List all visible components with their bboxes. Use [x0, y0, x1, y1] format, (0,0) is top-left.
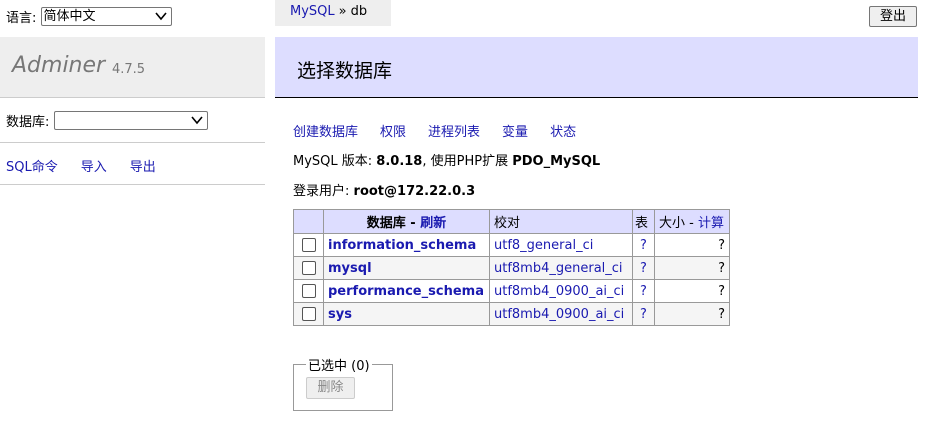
tables-cell: ? [632, 233, 655, 257]
database-label: 数据库: [6, 115, 50, 130]
login-user: root@172.22.0.3 [353, 184, 476, 199]
mysql-version: 8.0.18 [376, 154, 423, 169]
database-name-cell: information_schema [323, 233, 490, 257]
status-link[interactable]: 状态 [550, 125, 576, 140]
language-select[interactable]: 简体中文 [40, 7, 172, 26]
size-cell: ? [654, 256, 730, 280]
tables-cell: ? [632, 256, 655, 280]
size-header-label: 大小 [659, 216, 686, 231]
collation-cell: utf8_general_ci [489, 233, 633, 257]
table-row: information_schema utf8_general_ci ? ? [293, 233, 730, 257]
row-checkbox[interactable] [301, 261, 316, 275]
database-column-header: 数据库 - 刷新 [323, 209, 490, 234]
collation-link[interactable]: utf8mb4_0900_ai_ci [494, 284, 624, 299]
header-dash: - [685, 216, 698, 231]
database-link[interactable]: mysql [328, 261, 372, 276]
database-link[interactable]: performance_schema [328, 284, 484, 299]
logo-bar: Adminer 4.7.5 [0, 37, 265, 98]
size-cell: ? [654, 302, 730, 326]
version-prefix: MySQL 版本: [293, 154, 373, 169]
breadcrumb: MySQL» db [275, 0, 391, 26]
privileges-link[interactable]: 权限 [380, 125, 406, 140]
select-all-header [293, 209, 324, 234]
chevron-down-icon [190, 116, 203, 125]
database-name-cell: mysql [323, 256, 490, 280]
row-checkbox[interactable] [301, 307, 316, 321]
version-info: MySQL 版本: 8.0.18, 使用PHP扩展 PDO_MySQL [293, 150, 600, 169]
breadcrumb-separator: » [338, 4, 347, 19]
database-header-label: 数据库 [366, 216, 406, 231]
breadcrumb-server-link[interactable]: MySQL [290, 4, 335, 19]
tables-column-header: 表 [632, 209, 655, 234]
refresh-link[interactable]: 刷新 [420, 216, 446, 231]
selected-actions-box: 已选中 (0) 删除 [293, 355, 393, 411]
tables-cell: ? [632, 302, 655, 326]
process-list-link[interactable]: 进程列表 [428, 125, 480, 140]
create-database-link[interactable]: 创建数据库 [293, 125, 358, 140]
chevron-down-icon [154, 12, 167, 21]
header-dash: - [405, 216, 421, 231]
tables-cell: ? [632, 279, 655, 303]
collation-column-header: 校对 [489, 209, 633, 234]
logout-button[interactable]: 登出 [869, 6, 917, 27]
export-link[interactable]: 导出 [130, 160, 156, 175]
breadcrumb-db: db [350, 4, 368, 19]
row-checkbox[interactable] [301, 238, 316, 252]
variables-link[interactable]: 变量 [502, 125, 528, 140]
collation-link[interactable]: utf8mb4_general_ci [494, 261, 623, 276]
databases-table: 数据库 - 刷新 校对 表 大小 - 计算 information_schema… [293, 209, 730, 326]
table-row: sys utf8mb4_0900_ai_ci ? ? [293, 302, 730, 326]
table-row: mysql utf8mb4_general_ci ? ? [293, 256, 730, 280]
collation-link[interactable]: utf8mb4_0900_ai_ci [494, 307, 624, 322]
size-column-header: 大小 - 计算 [654, 209, 730, 234]
collation-cell: utf8mb4_0900_ai_ci [489, 279, 633, 303]
collation-cell: utf8mb4_0900_ai_ci [489, 302, 633, 326]
language-label: 语言: [6, 11, 37, 26]
database-link[interactable]: sys [328, 307, 352, 322]
php-extension: PDO_MySQL [512, 154, 601, 169]
tables-count-link[interactable]: ? [640, 307, 647, 322]
sql-command-link[interactable]: SQL命令 [6, 160, 58, 175]
adminer-version: 4.7.5 [112, 62, 146, 77]
table-header-row: 数据库 - 刷新 校对 表 大小 - 计算 [293, 209, 730, 234]
action-links: 创建数据库 权限 进程列表 变量 状态 [293, 121, 598, 140]
database-select[interactable] [53, 111, 208, 130]
language-selected-value: 简体中文 [43, 9, 96, 24]
tables-count-link[interactable]: ? [640, 284, 647, 299]
login-prefix: 登录用户: [293, 184, 350, 199]
row-checkbox-cell [293, 256, 324, 280]
row-checkbox-cell [293, 233, 324, 257]
table-row: performance_schema utf8mb4_0900_ai_ci ? … [293, 279, 730, 303]
compute-link[interactable]: 计算 [698, 216, 724, 231]
tables-count-link[interactable]: ? [640, 261, 647, 276]
size-cell: ? [654, 279, 730, 303]
database-selector: 数据库: [6, 111, 208, 130]
import-link[interactable]: 导入 [81, 160, 107, 175]
delete-button[interactable]: 删除 [306, 377, 355, 399]
sidebar-divider [0, 184, 265, 185]
login-info: 登录用户: root@172.22.0.3 [293, 180, 475, 199]
row-checkbox-cell [293, 302, 324, 326]
row-checkbox-cell [293, 279, 324, 303]
page-header: 选择数据库 [275, 37, 918, 98]
database-name-cell: performance_schema [323, 279, 490, 303]
collation-cell: utf8mb4_general_ci [489, 256, 633, 280]
extension-prefix: , 使用PHP扩展 [422, 154, 509, 169]
selected-count-legend: 已选中 (0) [308, 359, 370, 374]
database-name-cell: sys [323, 302, 490, 326]
size-cell: ? [654, 233, 730, 257]
language-switcher: 语言: 简体中文 [6, 7, 172, 27]
row-checkbox[interactable] [301, 284, 316, 298]
page-title: 选择数据库 [297, 60, 393, 82]
tables-count-link[interactable]: ? [640, 238, 647, 253]
database-link[interactable]: information_schema [328, 238, 476, 253]
adminer-logo-link[interactable]: Adminer [12, 53, 105, 78]
sidebar-divider [0, 142, 265, 143]
sidebar-links: SQL命令 导入 导出 [6, 156, 179, 175]
collation-link[interactable]: utf8_general_ci [494, 238, 593, 253]
